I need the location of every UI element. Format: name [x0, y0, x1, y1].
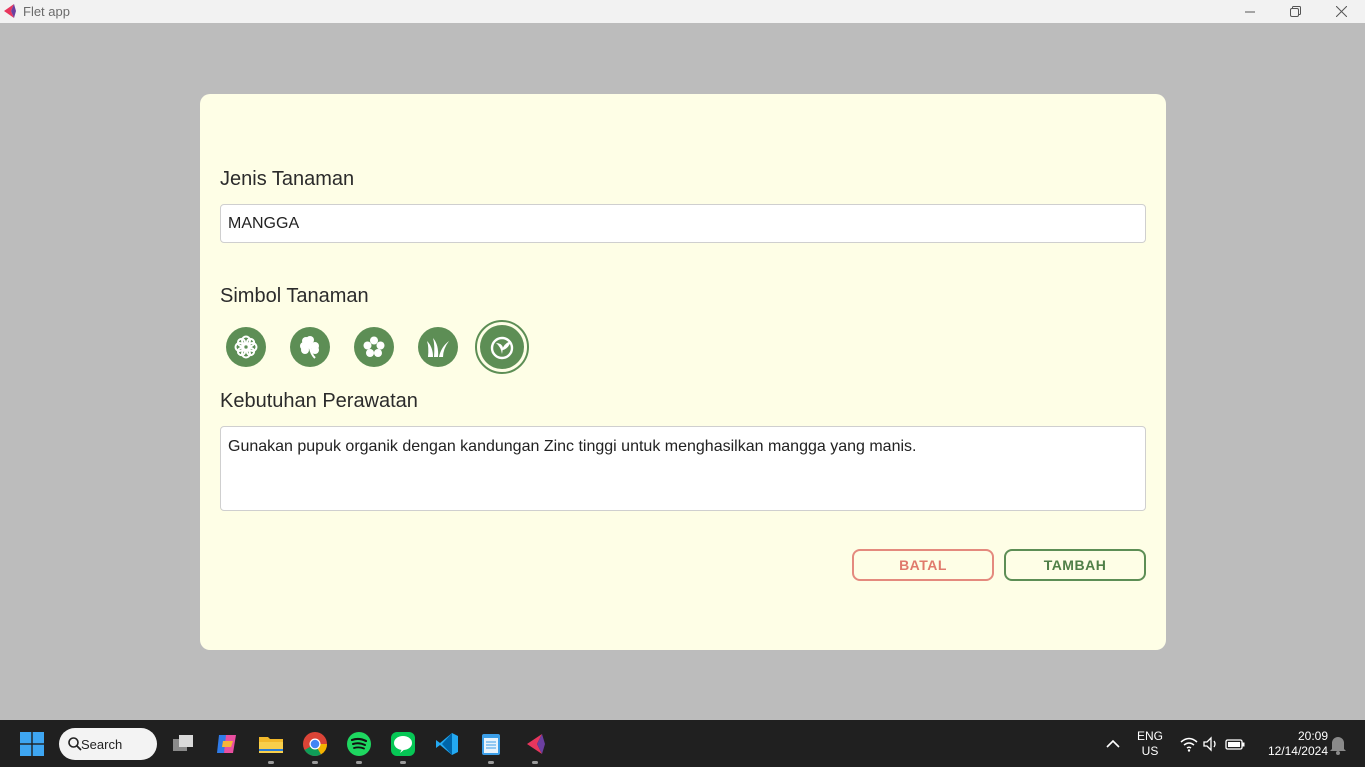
- symbol-option-clover[interactable]: [290, 327, 330, 367]
- batal-button[interactable]: BATAL: [852, 549, 994, 581]
- taskbar-search[interactable]: Search: [59, 728, 157, 760]
- close-button[interactable]: [1318, 0, 1364, 23]
- bell-icon: [1330, 737, 1346, 755]
- grass-icon: [427, 338, 449, 357]
- battery-status[interactable]: [1222, 731, 1248, 757]
- spotify-icon: [347, 732, 371, 756]
- taskbar-line[interactable]: [390, 731, 416, 757]
- chevron-up-icon: [1106, 739, 1120, 748]
- taskbar-chrome[interactable]: [302, 731, 328, 757]
- app-content: Jenis Tanaman Simbol Tanaman: [0, 23, 1365, 720]
- taskbar-vscode[interactable]: [434, 731, 460, 757]
- language-region: US: [1141, 744, 1159, 758]
- vscode-icon: [436, 733, 458, 755]
- minimize-button[interactable]: [1227, 0, 1273, 23]
- kebutuhan-perawatan-textarea[interactable]: [220, 426, 1146, 511]
- volume-icon: [1203, 736, 1216, 752]
- taskbar-notepad[interactable]: [478, 731, 504, 757]
- clover-icon: [300, 336, 319, 359]
- notifications-button[interactable]: [1327, 731, 1353, 757]
- taskbar-copilot[interactable]: [214, 731, 240, 757]
- language-code: ENG: [1136, 729, 1163, 743]
- flower-petals-icon: [363, 336, 385, 357]
- task-view-icon: [173, 735, 193, 751]
- restore-button[interactable]: [1272, 0, 1318, 23]
- language-indicator[interactable]: ENG US: [1134, 729, 1166, 759]
- tambah-button[interactable]: TAMBAH: [1004, 549, 1146, 581]
- start-button[interactable]: [14, 720, 50, 767]
- battery-icon: [1225, 739, 1245, 750]
- minimize-icon: [1245, 11, 1255, 12]
- window-title: Flet app: [23, 4, 70, 19]
- jenis-tanaman-label: Jenis Tanaman: [220, 168, 355, 190]
- symbol-option-flower[interactable]: [226, 327, 266, 367]
- taskbar: Search ENG US 20:09 12/14/2024: [0, 720, 1365, 767]
- plant-form-card: Jenis Tanaman Simbol Tanaman: [200, 94, 1166, 650]
- notepad-icon: [482, 734, 500, 755]
- symbol-option-sprout[interactable]: [475, 320, 529, 374]
- kebutuhan-perawatan-label: Kebutuhan Perawatan: [220, 390, 418, 412]
- chrome-icon: [303, 732, 327, 757]
- selected-symbol-inner: [480, 325, 524, 369]
- clock-time: 20:09: [1297, 729, 1328, 743]
- title-bar: Flet app: [0, 0, 1365, 23]
- running-indicator: [488, 761, 494, 764]
- close-icon: [1335, 6, 1347, 17]
- file-explorer-icon: [259, 737, 283, 753]
- jenis-tanaman-input[interactable]: [220, 204, 1146, 243]
- windows-icon: [20, 731, 44, 756]
- flower-icon: [234, 335, 258, 359]
- show-hidden-icons-button[interactable]: [1100, 731, 1126, 757]
- symbol-option-grass[interactable]: [418, 327, 458, 367]
- flet-icon: [527, 734, 545, 754]
- symbol-option-petals[interactable]: [354, 327, 394, 367]
- sprout-icon: [490, 336, 514, 360]
- simbol-tanaman-label: Simbol Tanaman: [220, 285, 369, 307]
- copilot-icon: [217, 735, 236, 753]
- search-icon: [68, 737, 82, 751]
- clock[interactable]: 20:09 12/14/2024: [1256, 729, 1328, 759]
- restore-icon: [1289, 6, 1301, 17]
- line-icon: [391, 732, 415, 756]
- search-label: Search: [81, 736, 123, 752]
- symbol-picker: [226, 320, 553, 374]
- running-indicator: [400, 761, 406, 764]
- running-indicator: [312, 761, 318, 764]
- clock-date: 12/14/2024: [1267, 744, 1328, 758]
- running-indicator: [356, 761, 362, 764]
- taskbar-task-view[interactable]: [171, 731, 197, 757]
- running-indicator: [268, 761, 274, 764]
- flet-logo-icon: [4, 4, 16, 18]
- taskbar-flet[interactable]: [522, 731, 548, 757]
- taskbar-spotify[interactable]: [346, 731, 372, 757]
- volume-status[interactable]: [1198, 731, 1224, 757]
- taskbar-file-explorer[interactable]: [258, 731, 284, 757]
- running-indicator: [532, 761, 538, 764]
